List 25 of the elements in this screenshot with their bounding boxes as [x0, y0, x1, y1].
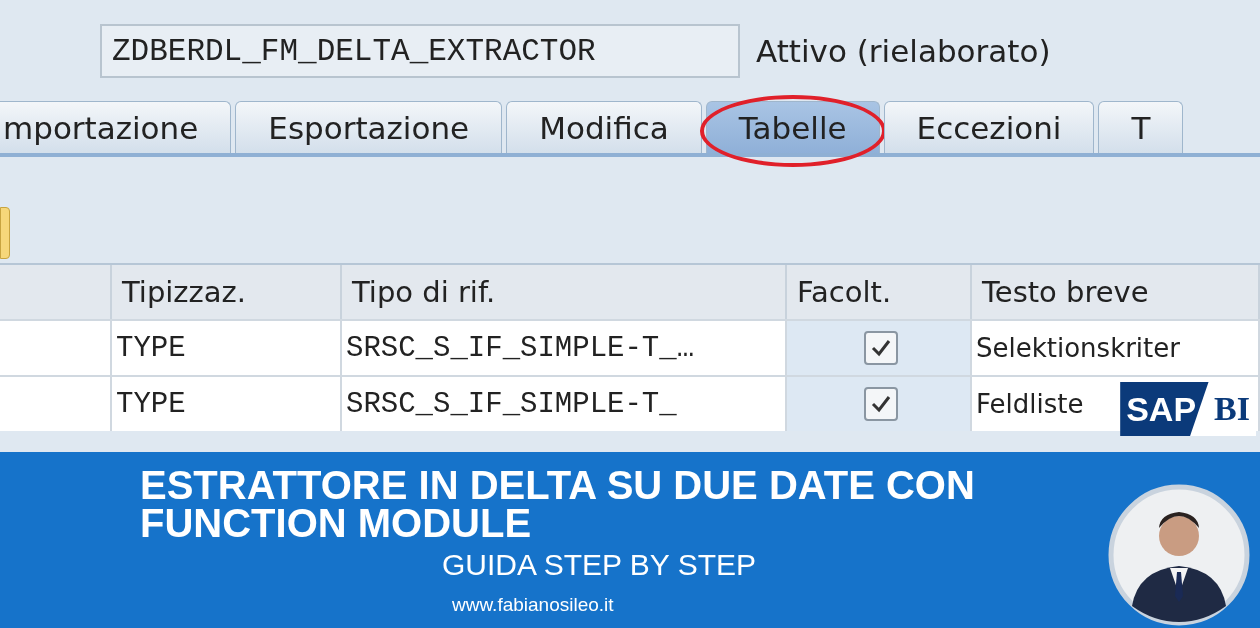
optional-checkbox[interactable]: [863, 331, 898, 365]
table-cell: SRSC_S_IF_SIMPLE-T_: [342, 375, 787, 431]
table-cell: TYPE: [112, 319, 342, 375]
check-icon: [870, 339, 891, 357]
tab[interactable]: T: [1098, 101, 1184, 153]
tab[interactable]: Modifica: [506, 101, 702, 153]
check-icon: [870, 395, 891, 413]
tab[interactable]: Esportazione: [235, 101, 503, 153]
banner-title: ESTRATTORE IN DELTA SU DUE DATE CON FUNCTION MODULE: [140, 466, 976, 542]
banner-subtitle: GUIDA STEP BY STEP: [442, 548, 757, 582]
column-header: Tipo di rif.: [342, 265, 787, 319]
column-header: Testo breve: [972, 265, 1260, 319]
tab[interactable]: Eccezioni: [883, 101, 1095, 153]
website-link[interactable]: www.fabianosileo.it: [452, 594, 652, 616]
table-cell: TYPE: [112, 375, 342, 431]
column-header: Tipizzaz.: [112, 265, 342, 319]
optional-checkbox[interactable]: [863, 387, 898, 421]
table-cell: Selektionskriter: [972, 319, 1260, 375]
column-header: Facolt.: [787, 265, 972, 319]
function-name-field[interactable]: ZDBERDL_FM_DELTA_EXTRACTOR: [100, 24, 740, 78]
status-text: Attivo (rielaborato): [756, 33, 1051, 69]
table-cell: SRSC_S_IF_SIMPLE-T_…: [342, 319, 787, 375]
logo: SAP BI: [1120, 382, 1256, 436]
tab[interactable]: mportazione: [0, 101, 232, 153]
tab[interactable]: Tabelle: [705, 101, 880, 153]
